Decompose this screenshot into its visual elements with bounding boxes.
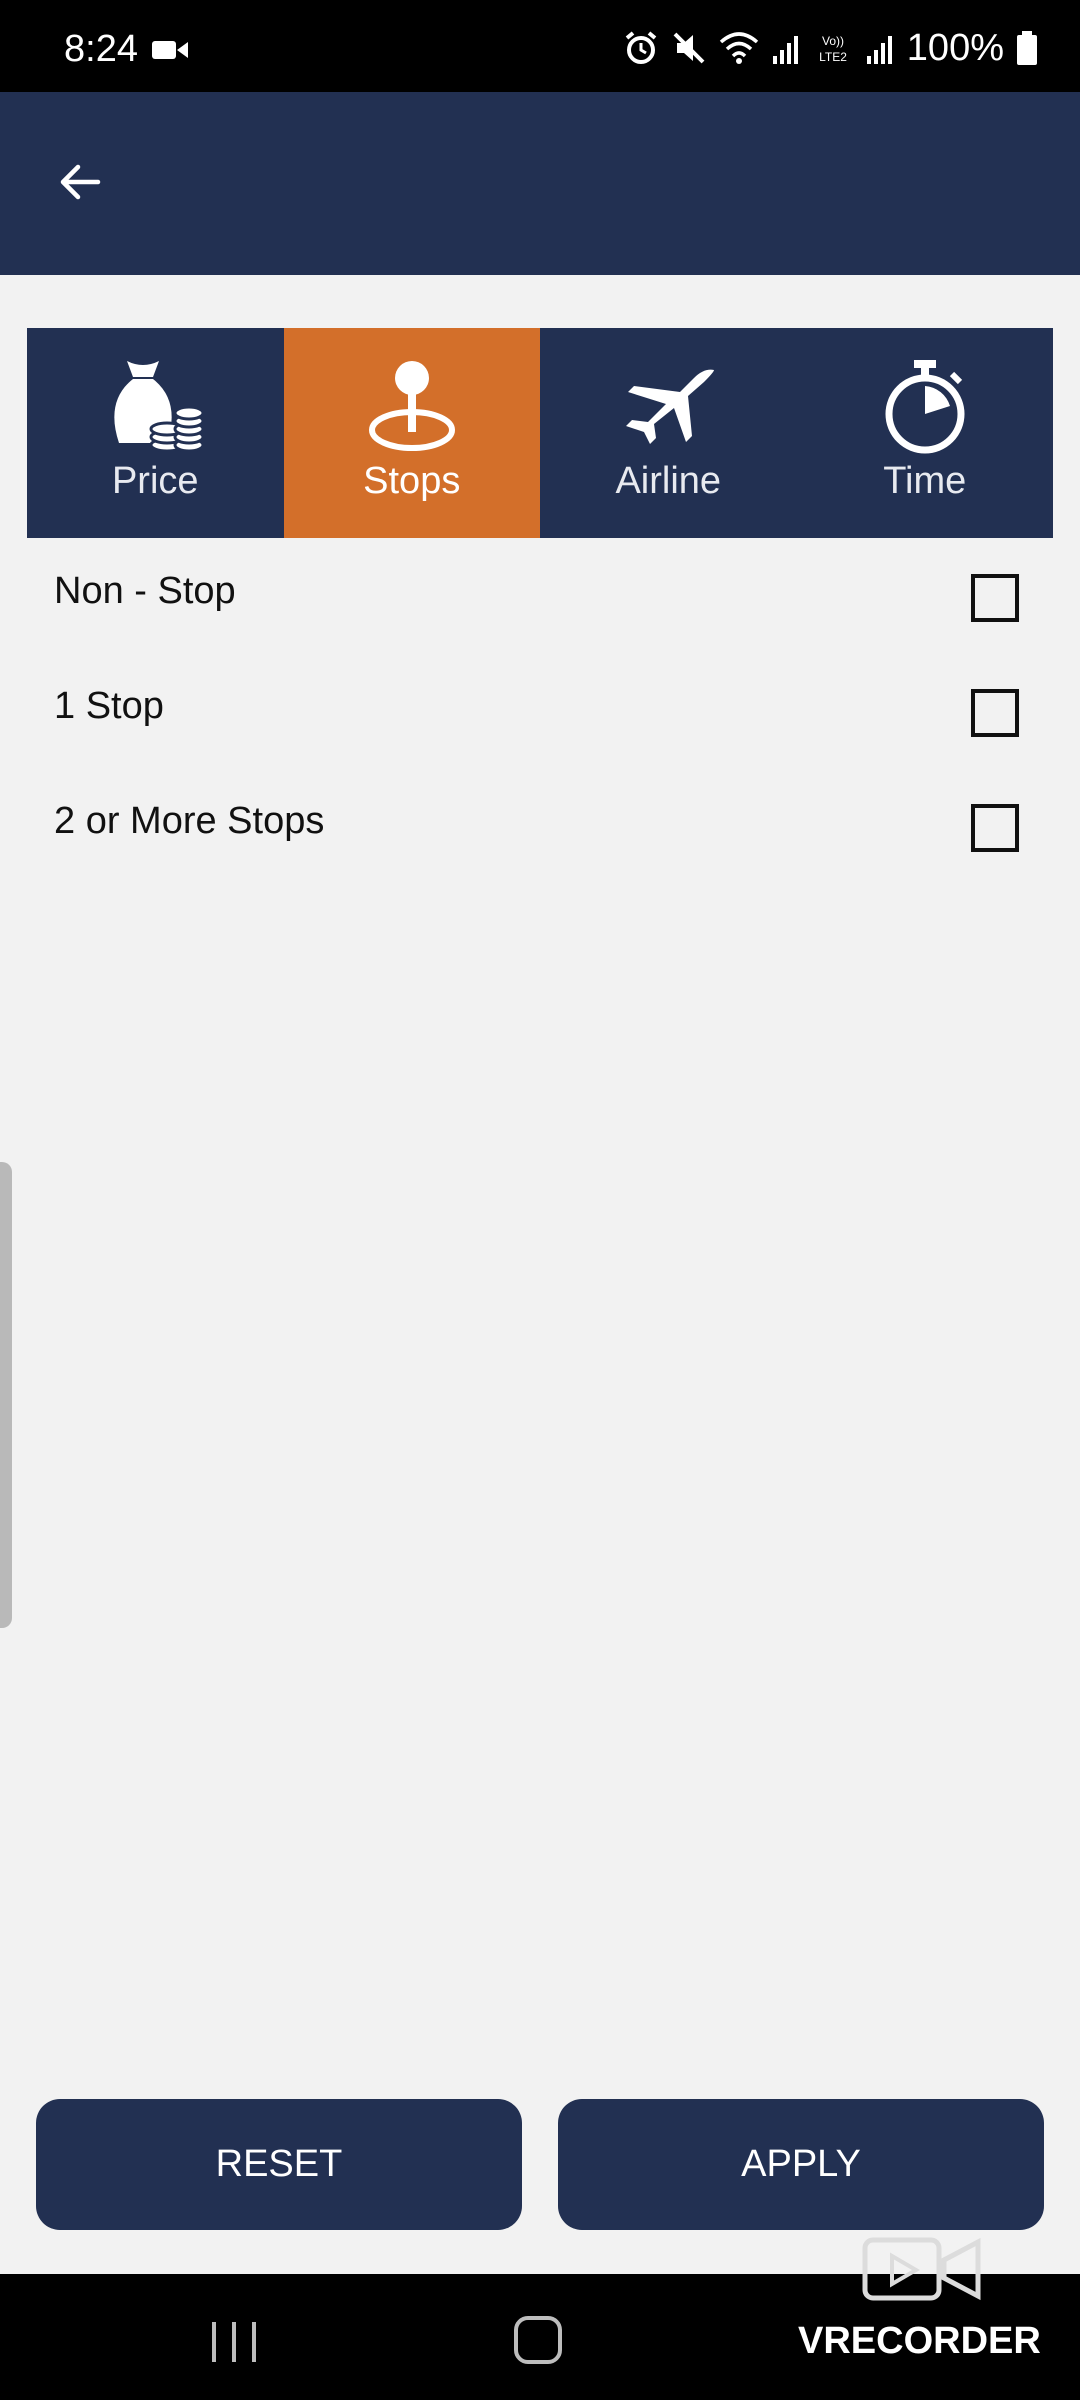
alarm-icon bbox=[625, 31, 657, 64]
app-bar bbox=[0, 92, 1080, 275]
status-bar: 8:24 Vo)) LTE2 100% bbox=[0, 0, 1080, 92]
stops-options-list: Non - Stop 1 Stop 2 or More Stops bbox=[0, 538, 1080, 883]
option-non-stop[interactable]: Non - Stop bbox=[0, 538, 1080, 653]
option-label: 1 Stop bbox=[54, 685, 164, 727]
option-1-stop[interactable]: 1 Stop bbox=[0, 653, 1080, 768]
reset-button[interactable]: RESET bbox=[36, 2099, 522, 2230]
tab-stops[interactable]: Stops bbox=[283, 328, 540, 538]
tab-price-label: Price bbox=[111, 460, 199, 502]
battery-percent: 100% bbox=[906, 26, 1004, 69]
one-stop-checkbox[interactable] bbox=[971, 689, 1019, 737]
volte-icon: Vo)) LTE2 bbox=[819, 34, 847, 64]
tab-time[interactable]: Time bbox=[797, 328, 1054, 538]
tab-time-label: Time bbox=[883, 460, 967, 502]
non-stop-checkbox[interactable] bbox=[971, 574, 1019, 622]
arrow-left-icon bbox=[60, 164, 101, 200]
location-pin-icon bbox=[368, 361, 455, 451]
apply-button[interactable]: APPLY bbox=[558, 2099, 1044, 2230]
svg-text:Vo)): Vo)) bbox=[822, 34, 844, 48]
tab-price[interactable]: Price bbox=[27, 328, 284, 538]
watermark-text: VRECORDER bbox=[798, 2320, 1041, 2362]
signal-icon bbox=[772, 36, 798, 64]
recents-button[interactable] bbox=[212, 2322, 256, 2362]
two-or-more-stops-checkbox[interactable] bbox=[971, 804, 1019, 852]
status-icons: Vo)) LTE2 100% bbox=[623, 24, 1038, 72]
svg-text:LTE2: LTE2 bbox=[819, 50, 847, 64]
back-button[interactable] bbox=[48, 150, 112, 214]
airplane-icon bbox=[626, 369, 715, 444]
video-camera-icon bbox=[152, 41, 188, 59]
option-2-or-more-stops[interactable]: 2 or More Stops bbox=[0, 768, 1080, 883]
battery-icon bbox=[1017, 31, 1037, 65]
tab-airline-label: Airline bbox=[615, 460, 722, 502]
tab-stops-label: Stops bbox=[363, 460, 461, 502]
tab-airline[interactable]: Airline bbox=[540, 328, 797, 538]
filter-tabs: Price Stops Airline Time bbox=[27, 328, 1053, 538]
home-button[interactable] bbox=[514, 2316, 562, 2364]
side-panel-handle[interactable] bbox=[0, 1162, 12, 1628]
status-time: 8:24 bbox=[64, 28, 138, 70]
mute-icon bbox=[673, 32, 705, 64]
option-label: 2 or More Stops bbox=[54, 800, 325, 842]
stopwatch-icon bbox=[885, 360, 965, 454]
wifi-icon bbox=[719, 32, 758, 64]
signal-icon bbox=[866, 36, 892, 64]
option-label: Non - Stop bbox=[54, 570, 236, 612]
video-recorder-watermark-icon bbox=[862, 2237, 981, 2301]
money-bag-coins-icon bbox=[114, 361, 205, 453]
